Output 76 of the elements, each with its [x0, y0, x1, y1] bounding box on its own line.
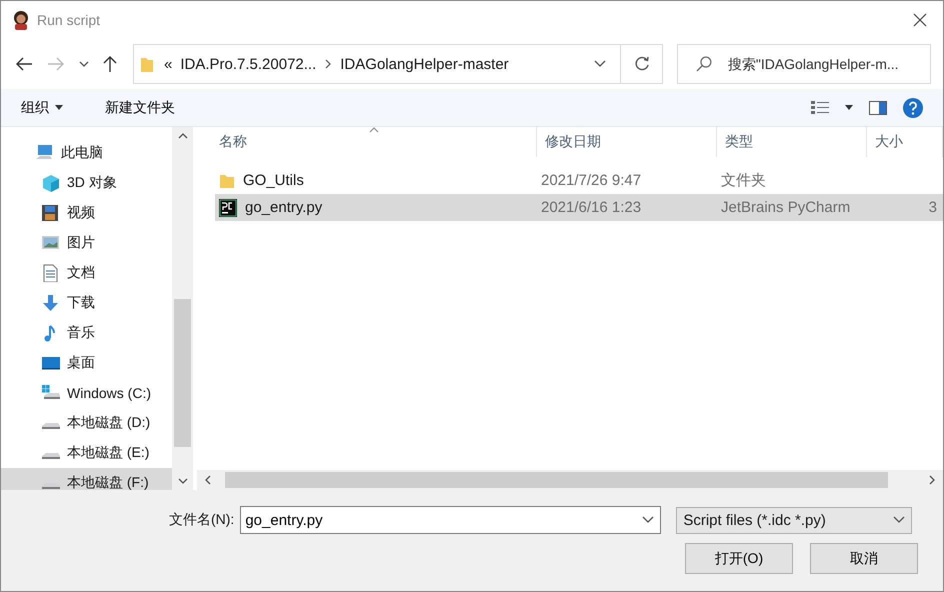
- down-arrow-icon: [41, 294, 61, 312]
- sidebar-item[interactable]: 下载: [1, 288, 172, 318]
- folder-icon: [140, 55, 154, 73]
- file-name: GO_Utils: [243, 172, 304, 189]
- sidebar-item[interactable]: Windows (C:): [1, 378, 172, 408]
- sidebar-item[interactable]: 此电脑: [1, 138, 172, 168]
- modified-date: 2021/7/26 9:47: [540, 172, 642, 189]
- scroll-left-icon[interactable]: [205, 475, 211, 485]
- drive-icon: [41, 483, 61, 489]
- computer-icon: [35, 144, 55, 162]
- drive-icon: [41, 453, 61, 459]
- scroll-right-icon[interactable]: [929, 475, 935, 485]
- drive-icon: [41, 384, 61, 402]
- overflow-crumb[interactable]: «: [164, 56, 172, 72]
- organize-menu-button[interactable]: 组织: [13, 94, 71, 120]
- monitor-icon: [41, 354, 61, 372]
- file-name-input[interactable]: go_entry.py: [241, 510, 642, 530]
- sidebar-item[interactable]: 音乐: [1, 318, 172, 348]
- sidebar-item[interactable]: 本地磁盘 (D:): [1, 408, 172, 438]
- sidebar-item[interactable]: 本地磁盘 (F:): [1, 468, 172, 490]
- breadcrumb[interactable]: IDAGolangHelper-master: [340, 56, 509, 72]
- pycharm-file-icon: [219, 198, 237, 216]
- scrollbar-thumb[interactable]: [225, 472, 888, 488]
- dropdown-caret-icon[interactable]: [594, 60, 606, 68]
- scrollbar-thumb[interactable]: [174, 299, 191, 447]
- search-field[interactable]: 搜索"IDAGolangHelper-m...: [677, 44, 931, 84]
- close-icon[interactable]: [913, 13, 927, 27]
- scroll-down-icon[interactable]: [178, 478, 188, 484]
- file-row[interactable]: GO_Utils 2021/7/26 9:47 文件夹: [215, 167, 943, 194]
- landscape-picture-icon: [41, 234, 61, 252]
- file-name-field[interactable]: go_entry.py: [240, 506, 662, 534]
- view-caret-icon[interactable]: [845, 105, 853, 110]
- file-row[interactable]: go_entry.py 2021/6/16 1:23 JetBrains PyCharm 3: [215, 194, 943, 221]
- cancel-button[interactable]: 取消: [810, 543, 918, 574]
- dropdown-caret-icon[interactable]: [642, 516, 654, 524]
- up-arrow-icon[interactable]: [103, 55, 117, 73]
- column-header[interactable]: 类型: [717, 127, 867, 157]
- sidebar-item[interactable]: 文档: [1, 258, 172, 288]
- file-type: JetBrains PyCharm: [720, 199, 852, 216]
- horizontal-scrollbar[interactable]: [197, 470, 943, 490]
- chevron-icon: [324, 59, 332, 69]
- caret-icon: [55, 105, 63, 110]
- column-header[interactable]: 名称: [197, 127, 537, 157]
- sidebar-item[interactable]: 桌面: [1, 348, 172, 378]
- refresh-icon: [634, 56, 650, 72]
- column-header[interactable]: 大小: [867, 127, 943, 157]
- view-options-icon[interactable]: [811, 100, 829, 116]
- sidebar-item[interactable]: 图片: [1, 228, 172, 258]
- open-button[interactable]: 打开(O): [685, 543, 793, 574]
- sidebar-item[interactable]: 3D 对象: [1, 168, 172, 198]
- file-size: 3: [928, 199, 937, 216]
- help-icon[interactable]: [903, 98, 923, 118]
- modified-date: 2021/6/16 1:23: [540, 199, 642, 216]
- file-type: 文件夹: [720, 171, 767, 190]
- vertical-scrollbar[interactable]: [172, 127, 193, 490]
- dropdown-caret-icon: [893, 516, 906, 524]
- preview-pane-icon[interactable]: [869, 100, 887, 114]
- file-name-label: 文件名(N):: [169, 511, 234, 529]
- address-bar[interactable]: « IDA.Pro.7.5.20072... IDAGolangHelper-master: [133, 44, 621, 84]
- refresh-button[interactable]: [621, 44, 663, 84]
- app-icon: [11, 10, 31, 30]
- scroll-up-icon[interactable]: [178, 133, 188, 139]
- search-icon: [696, 56, 712, 72]
- cube-icon: [41, 174, 61, 192]
- window-title: Run script: [37, 12, 100, 28]
- sidebar-item[interactable]: 本地磁盘 (E:): [1, 438, 172, 468]
- breadcrumb[interactable]: IDA.Pro.7.5.20072...: [180, 56, 316, 72]
- file-name: go_entry.py: [245, 199, 322, 216]
- sidebar-item[interactable]: 视频: [1, 198, 172, 228]
- file-type-dropdown[interactable]: Script files (*.idc *.py): [676, 506, 912, 534]
- back-arrow-icon[interactable]: [15, 57, 33, 71]
- drive-icon: [41, 423, 61, 429]
- recent-caret-icon[interactable]: [79, 61, 89, 67]
- new-folder-button[interactable]: 新建文件夹: [97, 94, 183, 120]
- folder-icon: [219, 172, 235, 188]
- column-header[interactable]: 修改日期: [537, 127, 717, 157]
